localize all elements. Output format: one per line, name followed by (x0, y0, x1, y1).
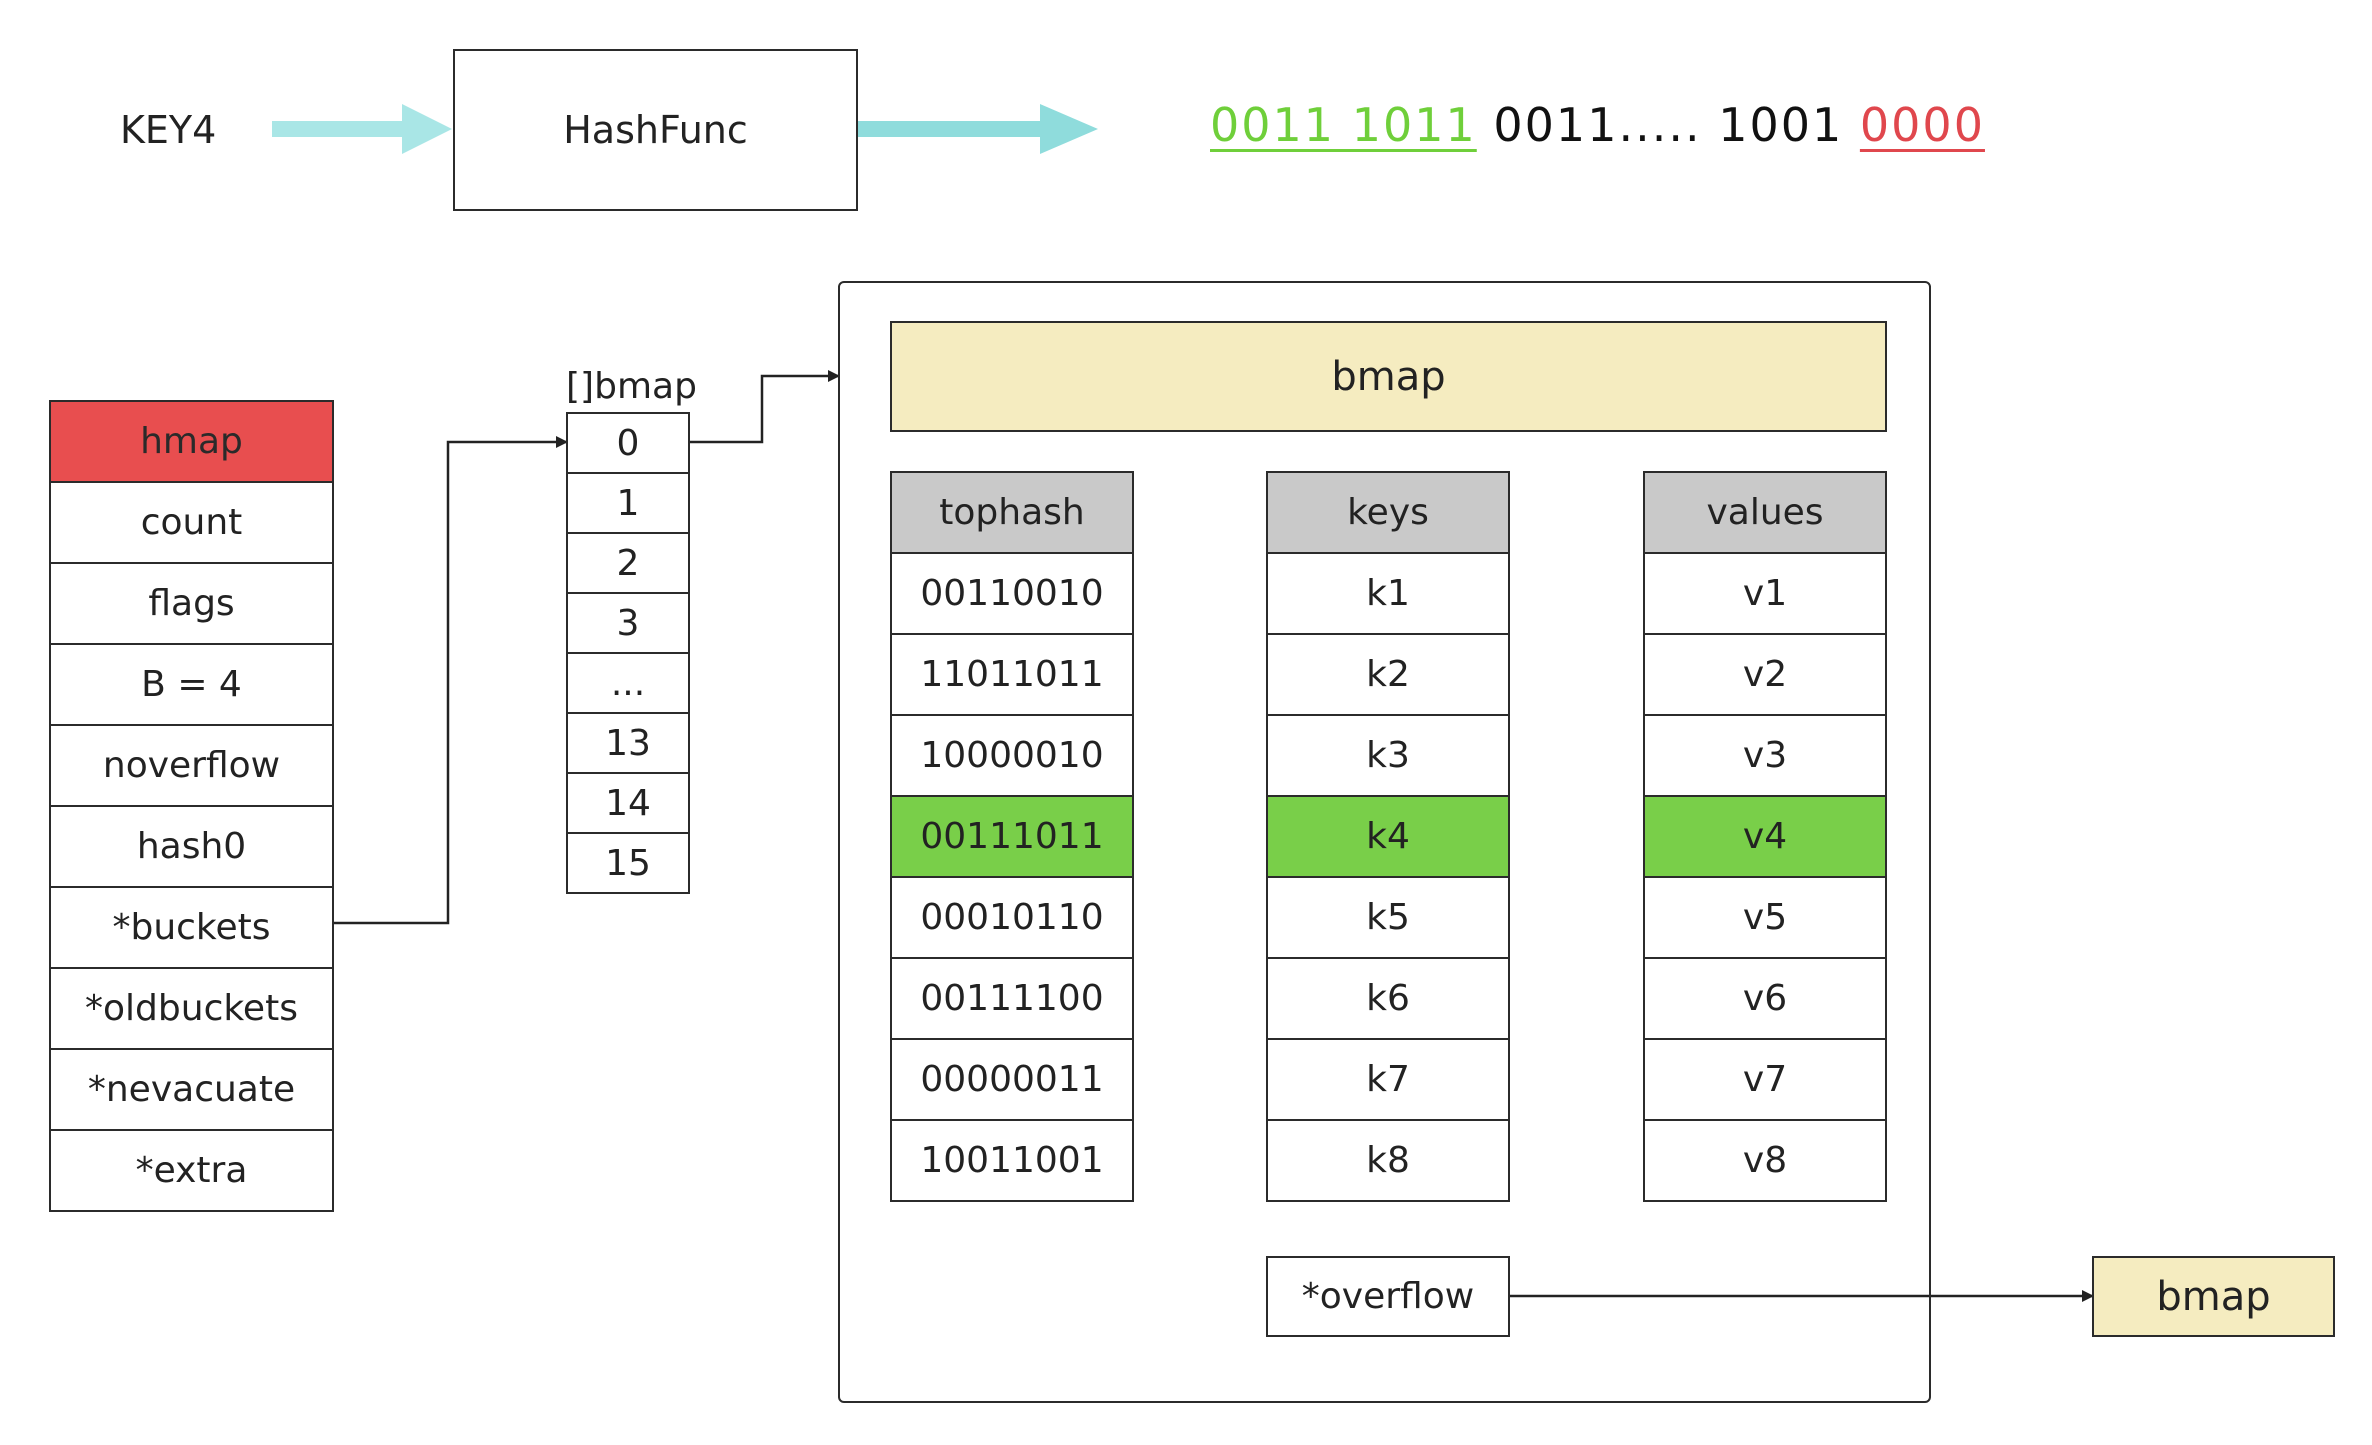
value-cell-1: v1 (1643, 552, 1887, 635)
key-cell-3: k3 (1266, 714, 1510, 797)
key-cell-4: k4 (1266, 795, 1510, 878)
hmap-field-b: B = 4 (49, 643, 334, 726)
bucket-index-0: 0 (566, 412, 690, 474)
tophash-cell-7: 00000011 (890, 1038, 1134, 1121)
hashfunc-label: HashFunc (563, 108, 748, 152)
bucket-index-15: 15 (566, 832, 690, 894)
overflow-bucket: bmap (2092, 1256, 2335, 1337)
key-label: KEY4 (120, 108, 217, 152)
overflow-field: *overflow (1266, 1256, 1510, 1337)
bucket-index-ellipsis: ... (566, 652, 690, 714)
hmap-title: hmap (49, 400, 334, 483)
tophash-cell-8: 10011001 (890, 1119, 1134, 1202)
tophash-cell-5: 00010110 (890, 876, 1134, 959)
key-cell-8: k8 (1266, 1119, 1510, 1202)
buckets-pointer-line (332, 436, 568, 925)
value-cell-3: v3 (1643, 714, 1887, 797)
tophash-cell-3: 10000010 (890, 714, 1134, 797)
hmap-field-flags: flags (49, 562, 334, 645)
bucket-title: bmap (890, 321, 1887, 432)
hash-middle-bits: 0011..... 1001 (1493, 98, 1844, 152)
hashfunc-box: HashFunc (453, 49, 858, 211)
tophash-header: tophash (890, 471, 1134, 554)
hmap-field-extra: *extra (49, 1129, 334, 1212)
keys-header: keys (1266, 471, 1510, 554)
values-header: values (1643, 471, 1887, 554)
value-cell-6: v6 (1643, 957, 1887, 1040)
value-cell-2: v2 (1643, 633, 1887, 716)
hmap-field-nevacuate: *nevacuate (49, 1048, 334, 1131)
key-cell-5: k5 (1266, 876, 1510, 959)
hash-low-bits: 0000 (1859, 98, 1985, 152)
hmap-field-noverflow: noverflow (49, 724, 334, 807)
hmap-field-count: count (49, 481, 334, 564)
buckets-array-label: []bmap (566, 366, 697, 407)
tophash-cell-2: 11011011 (890, 633, 1134, 716)
value-cell-4: v4 (1643, 795, 1887, 878)
hash-output: 0011 1011 0011..... 1001 0000 (1210, 98, 1985, 152)
tophash-cell-6: 00111100 (890, 957, 1134, 1040)
bucket-index-1: 1 (566, 472, 690, 534)
bucket-zero-pointer-line (688, 370, 840, 444)
hmap-field-buckets: *buckets (49, 886, 334, 969)
key-to-hashfunc-arrow (272, 104, 452, 154)
value-cell-8: v8 (1643, 1119, 1887, 1202)
hashfunc-to-output-arrow (858, 104, 1098, 154)
key-cell-7: k7 (1266, 1038, 1510, 1121)
key-cell-6: k6 (1266, 957, 1510, 1040)
tophash-cell-4: 00111011 (890, 795, 1134, 878)
value-cell-7: v7 (1643, 1038, 1887, 1121)
hmap-field-oldbuckets: *oldbuckets (49, 967, 334, 1050)
bucket-index-13: 13 (566, 712, 690, 774)
bucket-index-14: 14 (566, 772, 690, 834)
bucket-index-3: 3 (566, 592, 690, 654)
key-cell-1: k1 (1266, 552, 1510, 635)
hmap-field-hash0: hash0 (49, 805, 334, 888)
bucket-index-2: 2 (566, 532, 690, 594)
key-cell-2: k2 (1266, 633, 1510, 716)
value-cell-5: v5 (1643, 876, 1887, 959)
hash-top-bits: 0011 1011 (1210, 98, 1477, 152)
tophash-cell-1: 00110010 (890, 552, 1134, 635)
